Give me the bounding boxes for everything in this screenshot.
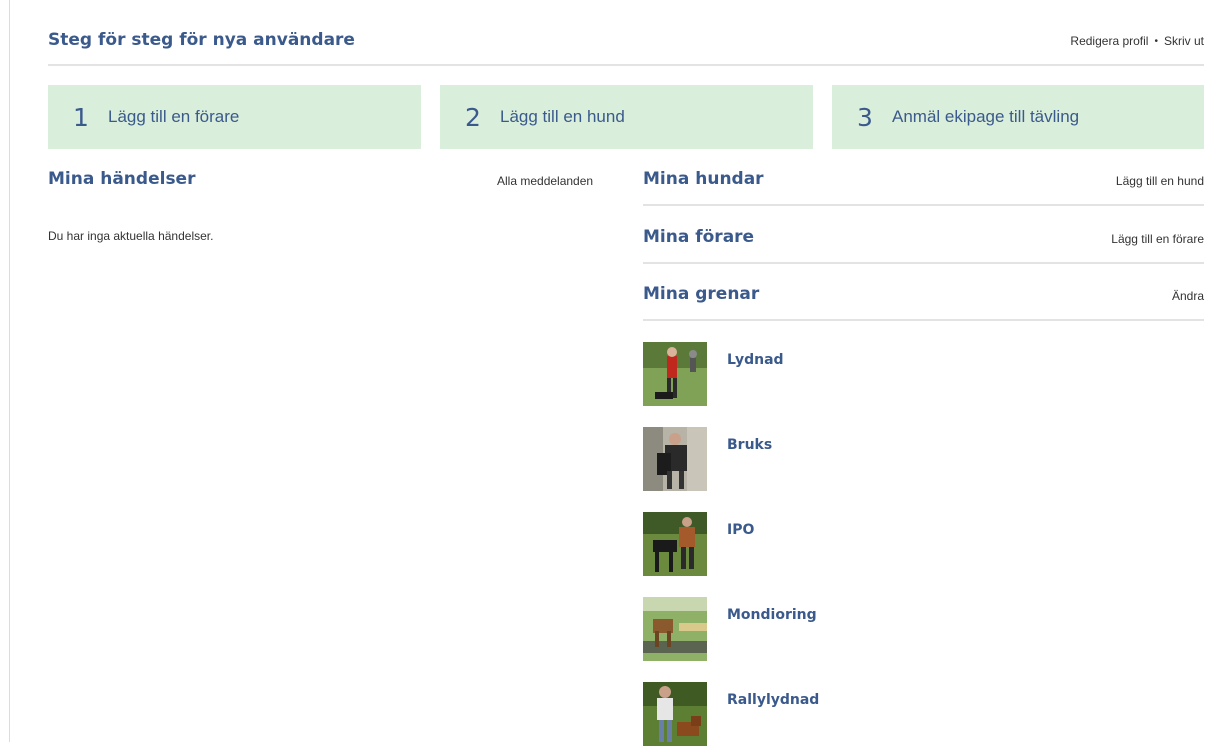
- rally-obedience-photo: [643, 682, 707, 746]
- add-handler-link[interactable]: Lägg till en förare: [1111, 232, 1204, 246]
- edit-branches-link[interactable]: Ändra: [1172, 289, 1204, 303]
- header-links: Redigera profil • Skriv ut: [1070, 34, 1204, 48]
- step-label: Lägg till en hund: [500, 107, 625, 126]
- edit-profile-link[interactable]: Redigera profil: [1070, 34, 1148, 48]
- branch-name: Rallylydnad: [727, 692, 820, 708]
- branch-item-ipo[interactable]: IPO: [643, 512, 1043, 576]
- step-number: 3: [857, 102, 873, 132]
- branch-item-mondioring[interactable]: Mondioring: [643, 597, 1043, 661]
- step-label: Lägg till en förare: [108, 107, 240, 126]
- onboarding-steps: 1 Lägg till en förare 2 Lägg till en hun…: [48, 85, 1204, 149]
- ipo-photo: [643, 512, 707, 576]
- mondioring-photo: [643, 597, 707, 661]
- branch-item-bruks[interactable]: Bruks: [643, 427, 1043, 491]
- obedience-photo: [643, 342, 707, 406]
- events-title: Mina händelser: [48, 169, 196, 189]
- all-messages-link[interactable]: Alla meddelanden: [497, 174, 593, 188]
- page-header: Steg för steg för nya användare Redigera…: [48, 30, 1204, 54]
- step-number: 2: [465, 102, 481, 132]
- print-link[interactable]: Skriv ut: [1164, 34, 1204, 48]
- add-dog-link[interactable]: Lägg till en hund: [1116, 174, 1204, 188]
- events-empty-text: Du har inga aktuella händelser.: [48, 229, 214, 243]
- step-number: 1: [73, 102, 89, 132]
- branch-item-lydnad[interactable]: Lydnad: [643, 342, 1043, 406]
- working-dog-photo: [643, 427, 707, 491]
- page-title: Steg för steg för nya användare: [48, 30, 355, 50]
- step-add-handler[interactable]: 1 Lägg till en förare: [48, 85, 421, 149]
- separator-dot: •: [1154, 36, 1158, 47]
- page-left-border: [9, 0, 10, 742]
- dogs-title: Mina hundar: [643, 169, 764, 189]
- handlers-divider: [643, 262, 1204, 264]
- step-register-competition[interactable]: 3 Anmäl ekipage till tävling: [832, 85, 1204, 149]
- step-label: Anmäl ekipage till tävling: [892, 107, 1080, 126]
- branches-divider: [643, 319, 1204, 321]
- branches-title: Mina grenar: [643, 284, 760, 304]
- dogs-divider: [643, 204, 1204, 206]
- branch-name: Bruks: [727, 437, 773, 453]
- branch-name: Mondioring: [727, 607, 817, 623]
- handlers-title: Mina förare: [643, 227, 755, 247]
- branch-item-rallylydnad[interactable]: Rallylydnad: [643, 682, 1043, 746]
- step-add-dog[interactable]: 2 Lägg till en hund: [440, 85, 813, 149]
- header-divider: [48, 64, 1204, 66]
- branch-name: Lydnad: [727, 352, 784, 368]
- branch-name: IPO: [727, 522, 755, 538]
